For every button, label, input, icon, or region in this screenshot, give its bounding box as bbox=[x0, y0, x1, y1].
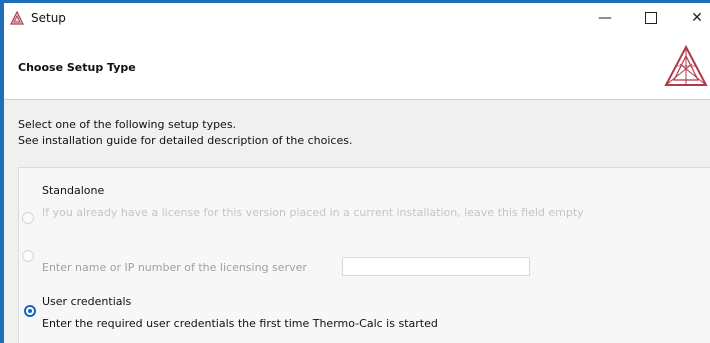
setup-type-options: Standalone If you already have a license… bbox=[18, 167, 710, 343]
setup-window: Setup — ✕ Choose Setup Type Select one o… bbox=[4, 3, 710, 343]
user-credentials-label: User credentials bbox=[42, 295, 132, 308]
maximize-button[interactable] bbox=[628, 3, 674, 33]
standalone-radio[interactable] bbox=[22, 212, 34, 224]
network-license-description: Enter name or IP number of the licensing… bbox=[42, 261, 307, 274]
intro-line-2: See installation guide for detailed desc… bbox=[18, 134, 353, 147]
maximize-icon bbox=[645, 12, 657, 24]
wizard-content: Select one of the following setup types.… bbox=[4, 100, 710, 343]
thermo-calc-logo-icon bbox=[664, 44, 708, 86]
license-server-input[interactable] bbox=[342, 257, 530, 276]
user-credentials-description: Enter the required user credentials the … bbox=[42, 317, 438, 330]
user-credentials-radio[interactable] bbox=[24, 305, 36, 317]
intro-text: Select one of the following setup types.… bbox=[18, 117, 352, 149]
close-icon: ✕ bbox=[691, 10, 703, 26]
page-title: Choose Setup Type bbox=[18, 61, 136, 74]
title-bar: Setup — ✕ bbox=[4, 3, 710, 33]
network-license-radio[interactable] bbox=[22, 250, 34, 262]
minimize-button[interactable]: — bbox=[582, 3, 628, 33]
intro-line-1: Select one of the following setup types. bbox=[18, 118, 237, 131]
standalone-label: Standalone bbox=[42, 184, 105, 197]
standalone-description: If you already have a license for this v… bbox=[42, 206, 584, 219]
close-button[interactable]: ✕ bbox=[674, 3, 710, 33]
window-title: Setup bbox=[31, 11, 66, 25]
app-logo-icon bbox=[10, 11, 24, 25]
wizard-header: Choose Setup Type bbox=[4, 33, 710, 100]
minimize-icon: — bbox=[598, 10, 612, 26]
